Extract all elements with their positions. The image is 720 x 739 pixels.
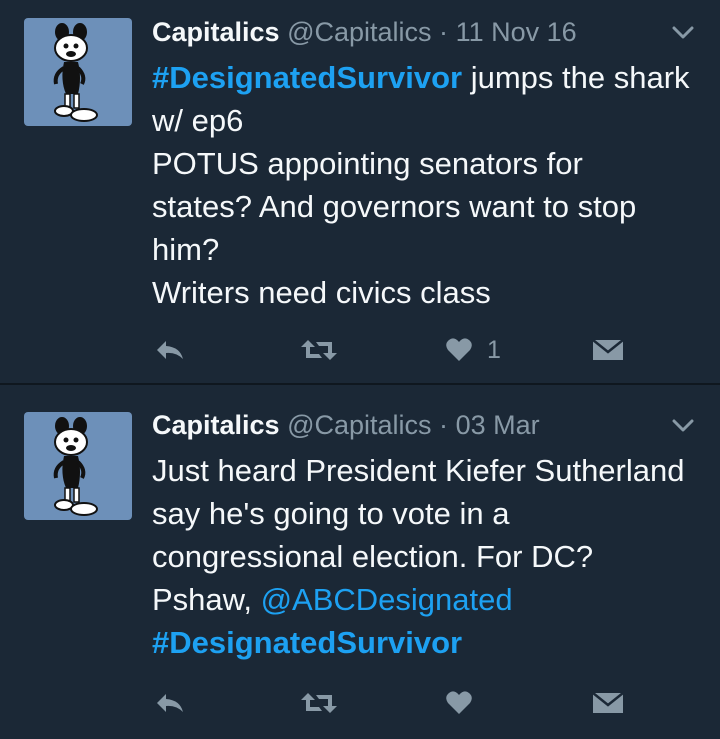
cartoon-character-icon [53, 23, 98, 122]
retweet-button[interactable] [300, 683, 338, 723]
tweet-actions [0, 683, 720, 723]
hashtag-link[interactable]: #DesignatedSurvivor [152, 60, 462, 95]
tweet-line: w/ ep6 [152, 103, 244, 138]
tweet-header: Capitalics @Capitalics · 03 Mar [152, 407, 660, 443]
user-handle[interactable]: @Capitalics [287, 410, 431, 440]
tweet-text-segment: Pshaw, [152, 582, 261, 617]
tweet-actions: 1 [0, 330, 720, 370]
tweet-line: Pshaw, @ABCDesignated [152, 578, 700, 621]
retweet-button[interactable] [300, 330, 338, 370]
mention-link[interactable]: @ABCDesignated [261, 582, 513, 617]
like-count: 1 [487, 335, 501, 364]
avatar[interactable] [24, 18, 132, 126]
avatar[interactable] [24, 412, 132, 520]
hashtag-link[interactable]: #DesignatedSurvivor [152, 625, 462, 660]
retweet-icon [301, 340, 337, 360]
reply-button[interactable] [155, 683, 185, 723]
tweet-line: #DesignatedSurvivor [152, 621, 700, 664]
tweet-text-segment: jumps the shark [462, 60, 690, 95]
display-name[interactable]: Capitalics [152, 17, 280, 47]
timestamp[interactable]: 03 Mar [456, 410, 540, 440]
direct-message-icon [592, 692, 624, 713]
tweet-text: #DesignatedSurvivor jumps the shark w/ e… [152, 56, 700, 314]
like-icon [446, 338, 472, 361]
reply-icon [157, 341, 183, 359]
tweet-line: Just heard President Kiefer Sutherland [152, 453, 685, 488]
like-button[interactable]: 1 [445, 330, 501, 370]
direct-message-button[interactable] [592, 683, 624, 723]
tweet-line: say he's going to vote in a [152, 496, 510, 531]
reply-button[interactable] [155, 330, 185, 370]
tweet-header: Capitalics @Capitalics · 11 Nov 16 [152, 14, 660, 50]
separator-dot: · [439, 410, 449, 440]
cartoon-character-icon [53, 417, 98, 516]
tweet-line: Writers need civics class [152, 275, 491, 310]
chevron-down-icon[interactable] [672, 26, 694, 40]
tweet-text: Just heard President Kiefer Sutherland s… [152, 449, 700, 664]
retweet-icon [301, 693, 337, 713]
timestamp[interactable]: 11 Nov 16 [456, 17, 577, 47]
direct-message-button[interactable] [592, 330, 624, 370]
tweet-line: #DesignatedSurvivor jumps the shark [152, 56, 700, 99]
direct-message-icon [592, 339, 624, 360]
like-button[interactable] [445, 683, 487, 723]
tweet-line: him? [152, 232, 220, 267]
chevron-down-icon[interactable] [672, 419, 694, 433]
tweet-line: congressional election. For DC? [152, 539, 594, 574]
separator-dot: · [439, 17, 449, 47]
reply-icon [157, 694, 183, 712]
tweet[interactable]: Capitalics @Capitalics · 11 Nov 16 #Desi… [0, 0, 720, 385]
display-name[interactable]: Capitalics [152, 410, 280, 440]
tweet[interactable]: Capitalics @Capitalics · 03 Mar Just hea… [0, 385, 720, 739]
tweet-line: states? And governors want to stop [152, 189, 637, 224]
tweet-line: POTUS appointing senators for [152, 146, 583, 181]
like-icon [446, 691, 472, 714]
user-handle[interactable]: @Capitalics [287, 17, 431, 47]
